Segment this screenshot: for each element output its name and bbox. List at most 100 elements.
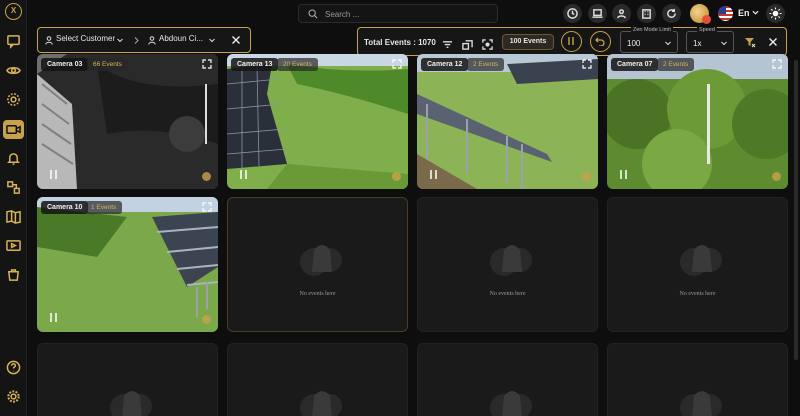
pause-icon[interactable] (429, 169, 439, 180)
sidebar: X (0, 0, 27, 416)
zen-mode-limit-select[interactable]: Zen Mode Limit 100 (620, 27, 678, 53)
video-camera-icon[interactable] (3, 120, 24, 139)
filter-icon[interactable] (442, 37, 453, 48)
events-count-button[interactable]: 100 Events (502, 34, 554, 50)
no-events-bell-icon (490, 391, 532, 416)
total-events-count: Total Events : 1070 (364, 38, 436, 47)
user-button[interactable] (612, 4, 631, 23)
camera-tile[interactable]: Camera 03 66 Events (37, 54, 218, 189)
layout-icon[interactable] (462, 37, 473, 50)
expand-icon[interactable] (202, 59, 212, 69)
user-icon (148, 36, 156, 45)
no-events-text: No events here (679, 291, 716, 297)
shopping-bag-icon[interactable] (6, 267, 21, 282)
events-badge[interactable]: 66 Events (87, 58, 128, 71)
expand-icon[interactable] (202, 202, 212, 212)
gear-icon[interactable] (6, 389, 21, 404)
event-marker-icon (202, 315, 211, 324)
eye-icon[interactable] (6, 63, 21, 78)
events-control-panel: Total Events : 1070 100 Events Zen Mode … (357, 27, 787, 56)
event-marker-icon (202, 172, 211, 181)
no-events-bell-icon (110, 391, 152, 416)
help-icon[interactable] (6, 360, 21, 375)
empty-camera-tile (37, 343, 218, 416)
camera-feed-solar-rows (417, 54, 598, 189)
us-flag-icon[interactable] (718, 6, 733, 21)
pause-icon[interactable] (239, 169, 249, 180)
map-icon[interactable] (6, 209, 21, 224)
building-button[interactable] (637, 4, 656, 23)
network-icon[interactable] (6, 180, 21, 195)
camera-label: Camera 13 (231, 58, 279, 71)
customer-select[interactable]: Select Customer (56, 34, 115, 43)
expand-icon[interactable] (582, 59, 592, 69)
search-box (298, 4, 498, 23)
pause-icon[interactable] (49, 312, 59, 323)
event-marker-icon (582, 172, 591, 181)
camera-feed-bushes (607, 54, 788, 189)
events-badge[interactable]: 20 Events (277, 58, 318, 71)
camera-feed-thermal (37, 54, 218, 189)
empty-camera-tile (417, 343, 598, 416)
empty-camera-tile (607, 343, 788, 416)
close-icon[interactable] (231, 35, 241, 45)
pause-all-button[interactable] (561, 31, 582, 52)
play-video-icon[interactable] (6, 238, 21, 253)
building-icon (642, 9, 651, 19)
expand-icon[interactable] (392, 59, 402, 69)
chevron-down-icon (665, 41, 671, 46)
camera-feed-solar-panels (227, 54, 408, 189)
events-badge[interactable]: 2 Events (467, 58, 505, 71)
pause-icon (568, 37, 574, 45)
chevron-right-icon (134, 37, 139, 44)
scrollbar[interactable] (794, 60, 798, 360)
chat-icon[interactable] (6, 34, 21, 49)
empty-camera-tile: No events here (227, 197, 408, 332)
pause-icon[interactable] (619, 169, 629, 180)
notification-dot (702, 15, 711, 24)
empty-camera-tile (227, 343, 408, 416)
expand-icon[interactable] (772, 59, 782, 69)
chevron-down-icon (721, 41, 727, 46)
camera-label: Camera 03 (41, 58, 89, 71)
camera-tile[interactable]: Camera 10 1 Events (37, 197, 218, 332)
refresh-button[interactable] (662, 4, 681, 23)
search-input[interactable] (325, 7, 490, 21)
zen-mode-label: Zen Mode Limit (631, 27, 673, 33)
language-selector[interactable]: En (738, 8, 750, 18)
focus-target-icon[interactable] (482, 37, 493, 50)
bell-icon[interactable] (6, 151, 21, 166)
chevron-down-icon[interactable] (752, 9, 759, 16)
theme-toggle-button[interactable] (766, 4, 785, 23)
event-marker-icon (392, 172, 401, 181)
clear-filter-icon[interactable] (744, 36, 756, 48)
undo-icon (595, 37, 605, 46)
laptop-button[interactable] (588, 4, 607, 23)
site-select[interactable]: Abdoun Ci... (159, 34, 203, 43)
pause-icon[interactable] (49, 169, 59, 180)
laptop-icon (592, 9, 603, 18)
close-icon[interactable] (768, 37, 778, 47)
camera-label: Camera 07 (611, 58, 659, 71)
empty-camera-tile: No events here (607, 197, 788, 332)
logo[interactable]: X (5, 3, 22, 20)
undo-button[interactable] (590, 31, 611, 52)
events-badge[interactable]: 2 Events (657, 58, 695, 71)
camera-tile[interactable]: Camera 07 2 Events (607, 54, 788, 189)
chevron-down-icon[interactable] (117, 38, 123, 43)
camera-tile[interactable]: Camera 12 2 Events (417, 54, 598, 189)
speed-select[interactable]: Speed 1x (686, 27, 734, 53)
camera-label: Camera 10 (41, 201, 89, 214)
chevron-down-icon[interactable] (209, 38, 215, 43)
no-events-bell-icon (300, 391, 342, 416)
event-marker-icon (772, 172, 781, 181)
zen-mode-value: 100 (627, 39, 641, 48)
camera-tile[interactable]: Camera 13 20 Events (227, 54, 408, 189)
no-events-bell-icon (680, 245, 722, 276)
history-clock-button[interactable] (563, 4, 582, 23)
camera-label: Camera 12 (421, 58, 469, 71)
camera-feed-solar-field (37, 197, 218, 332)
settings-gear-icon[interactable] (6, 92, 21, 107)
coins-button[interactable] (690, 4, 711, 24)
events-badge[interactable]: 1 Events (85, 201, 123, 214)
